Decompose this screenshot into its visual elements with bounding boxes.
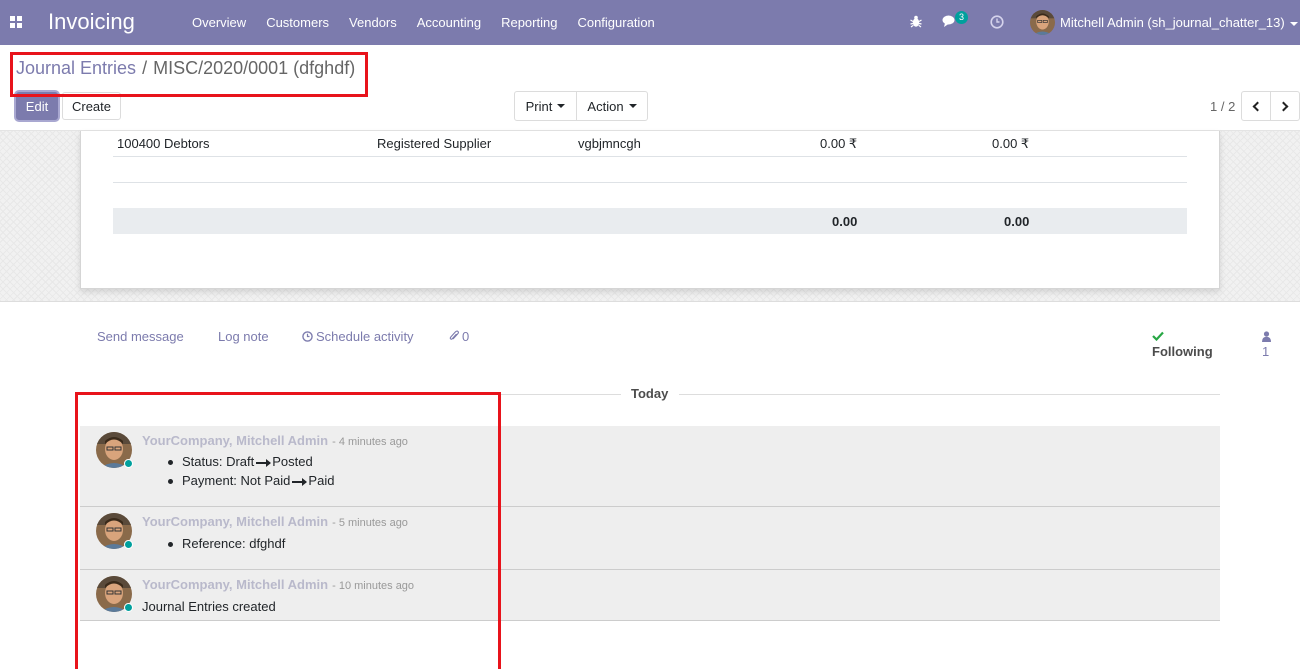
followers-button[interactable]: 1 <box>1262 329 1275 359</box>
action-dropdown-button[interactable]: Action <box>576 91 648 121</box>
menu-customers[interactable]: Customers <box>256 0 339 45</box>
menu-reporting[interactable]: Reporting <box>491 0 567 45</box>
user-icon <box>1262 331 1271 342</box>
totals-row: 0.00 0.00 <box>113 208 1187 234</box>
caret-down-icon <box>628 104 637 108</box>
debit-cell: 0.00 ₹ <box>820 136 858 151</box>
total-debit: 0.00 <box>832 214 858 229</box>
pager-previous-button[interactable] <box>1241 91 1271 121</box>
user-avatar[interactable] <box>1030 10 1055 35</box>
edit-button-label: Edit <box>25 98 49 114</box>
app-name[interactable]: Invoicing <box>48 9 135 35</box>
partner-cell: Registered Supplier <box>377 136 492 151</box>
log-note-button[interactable]: Log note <box>218 329 269 344</box>
empty-table-row <box>113 157 1187 183</box>
create-button-label: Create <box>71 98 112 114</box>
chevron-right-icon <box>1278 101 1289 111</box>
account-cell: 100400 Debtors <box>117 136 210 151</box>
caret-down-icon <box>557 104 566 108</box>
user-name-label: Mitchell Admin (sh_journal_chatter_13) <box>1060 15 1285 30</box>
menu-overview[interactable]: Overview <box>182 0 256 45</box>
user-menu[interactable]: Mitchell Admin (sh_journal_chatter_13) <box>1060 15 1298 30</box>
menu-vendors[interactable]: Vendors <box>339 0 407 45</box>
debug-bug-icon[interactable] <box>910 15 922 28</box>
pager-value[interactable]: 1 / 2 <box>1210 99 1235 114</box>
apps-menu-icon[interactable] <box>10 16 23 28</box>
activity-clock-icon[interactable] <box>990 15 1004 29</box>
total-credit: 0.00 <box>1004 214 1030 229</box>
menu-configuration[interactable]: Configuration <box>567 0 664 45</box>
paperclip-icon <box>449 330 459 340</box>
highlight-box-breadcrumb <box>10 52 368 97</box>
schedule-activity-label: Schedule activity <box>316 329 414 344</box>
send-message-button[interactable]: Send message <box>97 329 184 344</box>
empty-table-row <box>113 183 1187 209</box>
date-separator-label: Today <box>631 386 669 401</box>
chevron-left-icon <box>1252 101 1263 111</box>
followers-count: 1 <box>1262 344 1270 359</box>
following-button[interactable]: Following <box>1152 329 1220 359</box>
messages-count-badge: 3 <box>955 11 969 24</box>
check-icon <box>1152 331 1164 342</box>
following-label: Following <box>1152 344 1213 359</box>
journal-item-row[interactable]: 100400 Debtors Registered Supplier vgbjm… <box>113 131 1187 157</box>
clock-icon <box>302 331 313 342</box>
action-button-label: Action <box>587 98 624 114</box>
highlight-box-chatter <box>75 392 501 669</box>
pager-next-button[interactable] <box>1270 91 1300 121</box>
chevron-down-icon <box>1289 21 1298 26</box>
label-cell: vgbjmncgh <box>578 136 641 151</box>
credit-cell: 0.00 ₹ <box>992 136 1030 151</box>
top-navbar: Invoicing Overview Customers Vendors Acc… <box>0 0 1300 45</box>
schedule-activity-button[interactable]: Schedule activity <box>302 329 414 344</box>
menu-accounting[interactable]: Accounting <box>407 0 491 45</box>
main-menu: Overview Customers Vendors Accounting Re… <box>182 0 665 45</box>
separator-line <box>679 394 1220 395</box>
print-button-label: Print <box>525 98 553 114</box>
attachments-button[interactable]: 0 <box>449 329 469 344</box>
print-dropdown-button[interactable]: Print <box>514 91 577 121</box>
attachments-count: 0 <box>462 329 470 344</box>
chatter-topbar: Send message Log note Schedule activity … <box>80 320 1271 359</box>
